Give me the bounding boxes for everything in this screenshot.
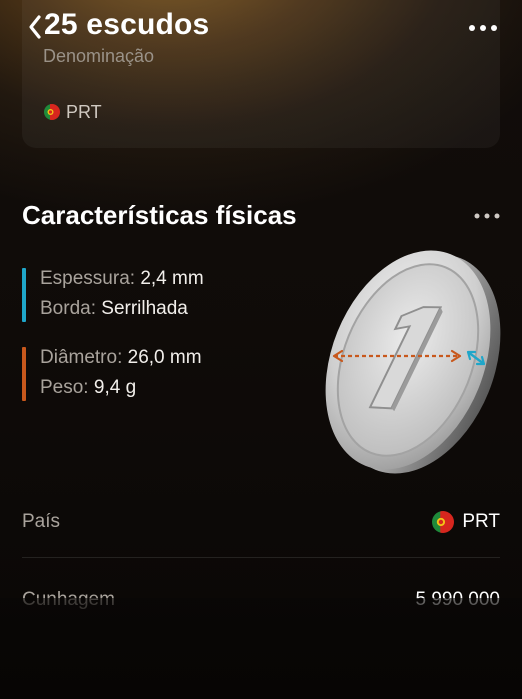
diameter-label: Diâmetro: [40, 347, 123, 368]
portugal-flag-icon [44, 104, 60, 120]
section-title-physical: Características físicas [22, 200, 297, 230]
coin-icon: 1 [300, 240, 501, 474]
spec-thickness: Espessura: 2,4 mm [40, 268, 204, 290]
section-more-icon[interactable] [470, 206, 504, 226]
coin-numeral: 1 [300, 240, 301, 241]
country-code: PRT [66, 101, 102, 122]
edge-value: Serrilhada [101, 298, 188, 319]
country-value-wrap: PRT [432, 511, 500, 533]
country-value: PRT [462, 511, 500, 532]
edge-label: Borda: [40, 298, 96, 319]
denomination-subtitle: Denominação [43, 46, 155, 66]
back-chevron-icon[interactable] [24, 10, 46, 44]
spec-diameter: Diâmetro: 26,0 mm [40, 347, 202, 369]
diameter-value: 26,0 mm [127, 347, 202, 368]
country-label: País [22, 511, 61, 532]
weight-label: Peso: [40, 377, 89, 398]
bottom-fade [0, 598, 522, 699]
spec-edge: Borda: Serrilhada [40, 298, 188, 320]
spec-weight: Peso: 9,4 g [40, 377, 136, 399]
details-row-country: País PRT [22, 502, 500, 542]
coin-illustration: 1 [300, 240, 510, 485]
divider [22, 557, 500, 558]
weight-value: 9,4 g [93, 377, 137, 398]
thickness-label: Espessura: [40, 268, 136, 289]
page-title: 25 escudos [44, 8, 210, 41]
spec-bar-cyan [22, 268, 26, 322]
country-chip: PRT [44, 100, 102, 124]
thickness-value: 2,4 mm [140, 268, 204, 289]
more-options-icon[interactable] [466, 18, 500, 38]
spec-bar-orange [22, 347, 26, 401]
chevron-left-icon [29, 15, 41, 39]
portugal-flag-icon [432, 511, 455, 533]
